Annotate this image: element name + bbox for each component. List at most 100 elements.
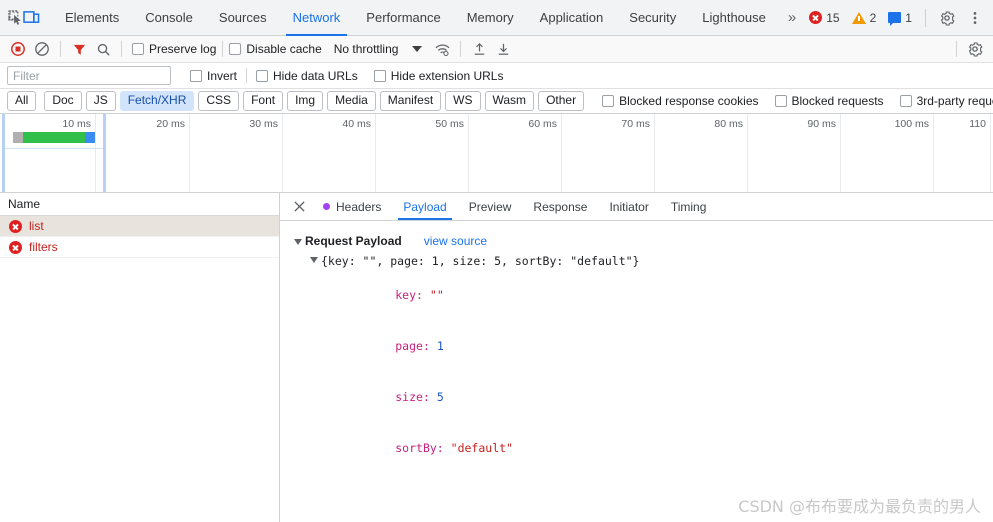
blocked-requests-checkbox[interactable]: Blocked requests	[774, 94, 884, 108]
disable-cache-checkbox[interactable]: Disable cache	[229, 42, 322, 56]
warning-counter[interactable]: 2	[847, 6, 882, 30]
hide-data-urls-checkbox[interactable]: Hide data URLs	[256, 69, 358, 83]
error-count: 15	[826, 10, 840, 25]
tab-application[interactable]: Application	[527, 0, 617, 36]
tab-network[interactable]: Network	[280, 0, 354, 36]
tab-headers[interactable]: Headers	[312, 193, 392, 220]
overview-bar-segment	[13, 132, 23, 143]
tab-elements[interactable]: Elements	[52, 0, 132, 36]
table-row[interactable]: filters	[0, 237, 279, 258]
third-party-requests-label: 3rd-party requests	[916, 94, 993, 108]
request-payload-title: Request Payload	[305, 234, 402, 248]
collapse-triangle-icon[interactable]	[294, 238, 302, 245]
error-counter[interactable]: 15	[804, 6, 844, 30]
request-name: list	[29, 219, 44, 233]
tab-preview-label: Preview	[468, 199, 512, 214]
tab-payload[interactable]: Payload	[392, 193, 457, 220]
topbar-right-group: 15 2 1	[804, 5, 993, 31]
overview-tick-label: 50 ms	[435, 118, 464, 130]
preserve-log-checkbox[interactable]: Preserve log	[132, 42, 216, 56]
filter-row: Invert Hide data URLs Hide extension URL…	[0, 63, 993, 89]
overview-gridline	[375, 114, 376, 192]
throttling-dropdown[interactable]: No throttling	[334, 42, 423, 56]
invert-box	[190, 69, 202, 82]
blocked-response-cookies-box	[602, 95, 615, 107]
overview-tick-label: 10 ms	[62, 118, 91, 130]
tab-preview[interactable]: Preview	[458, 193, 523, 220]
payload-value-key: ""	[429, 288, 444, 302]
import-har-icon[interactable]	[467, 38, 491, 60]
type-pill-css[interactable]: CSS	[198, 91, 240, 111]
blocked-response-cookies-checkbox[interactable]: Blocked response cookies	[602, 94, 759, 108]
type-pill-doc[interactable]: Doc	[44, 91, 82, 111]
tab-security[interactable]: Security	[616, 0, 689, 36]
overview-window-right-handle[interactable]	[103, 114, 106, 192]
device-toolbar-icon[interactable]	[23, 5, 40, 31]
inspect-element-icon[interactable]	[8, 5, 23, 31]
throttling-value: No throttling	[333, 42, 399, 56]
tab-response[interactable]: Response	[522, 193, 598, 220]
tab-timing-label: Timing	[670, 199, 707, 214]
record-stop-icon[interactable]	[6, 38, 30, 60]
blocked-response-cookies-label: Blocked response cookies	[619, 94, 759, 108]
overview-tick-label: 70 ms	[621, 118, 650, 130]
view-source-link[interactable]: view source	[424, 233, 487, 250]
type-pill-manifest[interactable]: Manifest	[379, 91, 442, 111]
invert-checkbox[interactable]: Invert	[190, 69, 237, 83]
type-pill-media[interactable]: Media	[327, 91, 376, 111]
filter-funnel-icon[interactable]	[67, 38, 91, 60]
filter-input[interactable]	[7, 66, 171, 85]
network-settings-gear-icon[interactable]	[963, 38, 987, 60]
clear-icon[interactable]	[30, 38, 54, 60]
type-pill-wasm[interactable]: Wasm	[484, 91, 535, 111]
gear-icon[interactable]	[934, 5, 960, 31]
disable-cache-label: Disable cache	[246, 42, 322, 56]
type-pill-font[interactable]: Font	[243, 91, 284, 111]
tab-console[interactable]: Console	[132, 0, 206, 36]
more-vertical-icon[interactable]	[962, 5, 988, 31]
payload-entry-size: size: 5	[326, 372, 993, 423]
hide-extension-urls-label: Hide extension URLs	[390, 68, 504, 83]
tab-lighthouse[interactable]: Lighthouse	[689, 0, 779, 36]
table-row[interactable]: list	[0, 216, 279, 237]
toolbar-divider-3	[222, 41, 224, 57]
close-icon[interactable]	[286, 193, 312, 220]
tab-timing[interactable]: Timing	[660, 193, 718, 220]
payload-value-sortby: "default"	[450, 441, 513, 455]
object-collapse-triangle-icon[interactable]	[310, 257, 318, 263]
type-pill-img[interactable]: Img	[287, 91, 324, 111]
search-icon[interactable]	[91, 38, 115, 60]
type-pill-ws[interactable]: WS	[445, 91, 481, 111]
tab-memory[interactable]: Memory	[454, 0, 527, 36]
network-overview-timeline[interactable]: 10 ms 20 ms 30 ms 40 ms 50 ms 60 ms 70 ms 80 ms…	[0, 114, 993, 193]
tab-initiator[interactable]: Initiator	[598, 193, 659, 220]
payload-entry-sortby: sortBy: "default"	[326, 423, 993, 474]
more-tabs-icon[interactable]: »	[779, 0, 804, 36]
disable-cache-box	[229, 43, 242, 55]
network-split-view: Name list filters Headers Payload Previe…	[0, 193, 993, 522]
message-counter[interactable]: 1	[883, 6, 917, 30]
tab-payload-label: Payload	[403, 199, 447, 214]
overview-ruler: 10 ms 20 ms 30 ms 40 ms 50 ms 60 ms 70 ms 80 ms…	[0, 114, 993, 192]
type-pill-fetch-xhr[interactable]: Fetch/XHR	[119, 91, 195, 111]
hide-extension-urls-checkbox[interactable]: Hide extension URLs	[373, 68, 504, 83]
overview-request-underline	[5, 148, 103, 149]
tab-performance[interactable]: Performance	[353, 0, 453, 36]
network-conditions-icon[interactable]	[430, 38, 454, 60]
tab-sources[interactable]: Sources	[206, 0, 280, 36]
export-har-icon[interactable]	[491, 38, 515, 60]
payload-entry-page: page: 1	[326, 321, 993, 372]
overview-window-left-handle[interactable]	[2, 114, 5, 192]
topbar-right-divider	[924, 8, 926, 27]
type-pill-js[interactable]: JS	[85, 91, 116, 111]
hide-data-urls-label: Hide data URLs	[273, 68, 358, 83]
overview-tick-label: 40 ms	[342, 118, 371, 130]
third-party-requests-checkbox[interactable]: 3rd-party requests	[899, 94, 993, 108]
invert-label: Invert	[207, 68, 238, 83]
payload-object-preview: {key: "", page: 1, size: 5, sortBy: "def…	[321, 254, 640, 268]
devtools-topbar: Elements Console Sources Network Perform…	[0, 0, 993, 36]
type-pill-all[interactable]: All	[7, 91, 37, 111]
detail-tab-strip: Headers Payload Preview Response Initiat…	[280, 193, 993, 221]
overview-tick-label: 20 ms	[156, 118, 185, 130]
type-pill-other[interactable]: Other	[538, 91, 585, 111]
